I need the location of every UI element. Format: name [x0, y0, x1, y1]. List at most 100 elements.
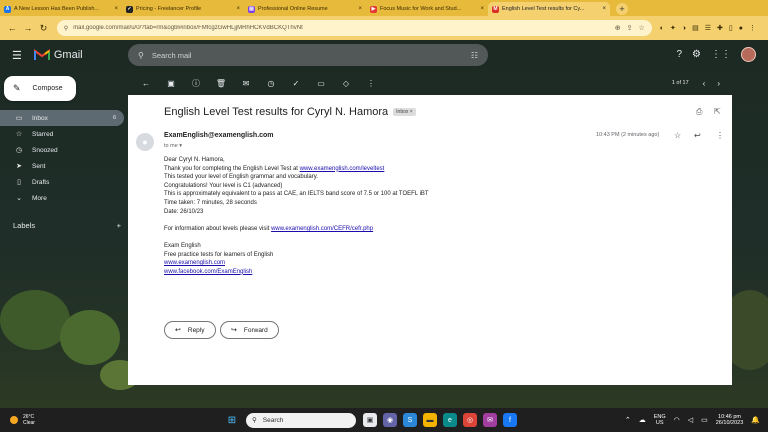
extension-icon[interactable]: ☰ [705, 24, 711, 32]
leveltest-link[interactable]: www.examenglish.com/leveltest [300, 166, 385, 172]
close-tab-icon[interactable]: × [114, 6, 118, 12]
reply-button[interactable]: ↩ Reply [164, 321, 216, 339]
star-icon[interactable]: ☆ [674, 131, 681, 140]
taskbar-search[interactable]: ⚲ Search [246, 412, 356, 428]
settings-gear-icon[interactable]: ⚙ [692, 49, 701, 60]
language-indicator[interactable]: ENG US [654, 414, 666, 427]
back-arrow-icon[interactable]: ← [6, 23, 19, 33]
install-icon[interactable]: ⊕ [615, 24, 621, 32]
battery-icon[interactable]: ▭ [701, 416, 708, 424]
gmail-logo[interactable]: Gmail [33, 49, 83, 61]
back-to-inbox-icon[interactable]: ← [139, 79, 153, 88]
new-tab-plus-icon[interactable]: + [616, 3, 628, 15]
label-icon[interactable]: ◇ [339, 79, 353, 88]
newer-chevron-icon[interactable]: ‹ [703, 79, 706, 88]
browser-tab[interactable]: ▶ Focus Music for Work and Stud... × [366, 2, 488, 16]
reload-icon[interactable]: ↻ [37, 23, 50, 34]
close-tab-icon[interactable]: × [358, 6, 362, 12]
add-to-tasks-icon[interactable]: ✓ [289, 79, 303, 88]
wifi-icon[interactable]: ◠ [674, 416, 680, 424]
address-bar[interactable]: ⚲ mail.google.com/mail/u/0/?tab=rm&ogbl#… [56, 20, 652, 36]
sidebar-item-starred[interactable]: ☆ Starred [0, 126, 124, 142]
extension-icon[interactable]: ✦ [670, 24, 676, 32]
volume-icon[interactable]: ◁ [688, 416, 693, 424]
mark-unread-icon[interactable]: ✉ [239, 79, 253, 88]
site-info-icon[interactable]: ⚲ [64, 25, 68, 32]
show-hidden-icons-chevron-icon[interactable]: ⌃ [625, 416, 631, 424]
browser-tab[interactable]: M English Level Test results for Cy... × [488, 2, 610, 16]
weather-widget[interactable]: 26°C Clear [10, 414, 35, 426]
windows-start-icon[interactable]: ⊞ [225, 413, 239, 427]
delete-icon[interactable]: 🗑 [214, 79, 228, 88]
cefr-link[interactable]: www.examenglish.com/CEFR/cefr.php [271, 226, 373, 232]
search-mail-input[interactable]: ⚲ Search mail ☷ [128, 44, 488, 66]
search-options-icon[interactable]: ☷ [471, 51, 478, 60]
account-avatar[interactable] [741, 47, 756, 62]
share-icon[interactable]: ⇪ [627, 24, 633, 32]
snooze-icon[interactable]: ◷ [264, 79, 278, 88]
browser-tab[interactable]: ✓ Pricing - Freelancer Profile × [122, 2, 244, 16]
sidebar-icon[interactable]: ▯ [729, 24, 733, 32]
file-explorer-icon[interactable]: ▬ [423, 413, 437, 427]
extension-icon[interactable]: ▤ [692, 24, 699, 32]
more-options-icon[interactable]: ⋮ [364, 79, 378, 88]
sidebar-item-drafts[interactable]: ▯ Drafts [0, 174, 124, 190]
inbox-label-chip[interactable]: Inbox × [393, 108, 416, 116]
facebook-link[interactable]: www.facebook.com/ExamEnglish [164, 269, 252, 275]
close-tab-icon[interactable]: × [602, 6, 606, 12]
tab-favicon-icon: A [4, 5, 11, 13]
bookmark-star-icon[interactable]: ☆ [639, 24, 645, 32]
notifications-bell-icon[interactable]: 🔔 [751, 416, 760, 424]
cloud-icon[interactable]: ☁ [639, 416, 646, 424]
sidebar-item-sent[interactable]: ➤ Sent [0, 158, 124, 174]
browser-tab[interactable]: AA New Lesson Has Been Publish... × [0, 2, 122, 16]
sender-email[interactable]: ExamEnglish@examenglish.com [164, 132, 274, 139]
forward-arrow-icon[interactable]: → [22, 23, 35, 33]
body-time-taken: Time taken: 7 minutes, 28 seconds [164, 199, 257, 206]
email-body: Dear Cyryl N. Hamora, Thank you for comp… [164, 156, 584, 276]
weather-moon-icon [10, 416, 18, 424]
older-chevron-icon[interactable]: › [717, 79, 720, 88]
recipient-details-toggle[interactable]: to me ▾ [164, 143, 182, 149]
archive-icon[interactable]: ▣ [164, 79, 178, 88]
sidebar-item-snoozed[interactable]: ◷ Snoozed [0, 142, 124, 158]
add-label-plus-icon[interactable]: + [117, 221, 121, 230]
message-more-icon[interactable]: ⋮ [716, 131, 724, 140]
reply-icon[interactable]: ↩ [694, 131, 701, 140]
teams-chat-icon[interactable]: ◉ [383, 413, 397, 427]
examenglish-link[interactable]: www.examenglish.com [164, 260, 225, 266]
signature-website: www.examenglish.com [164, 259, 584, 268]
sidebar-item-more[interactable]: ⌄ More [0, 190, 124, 206]
edge-icon[interactable]: e [443, 413, 457, 427]
body-greeting: Dear Cyryl N. Hamora, [164, 157, 225, 163]
body-thanks: Thank you for completing the English Lev… [164, 165, 584, 174]
kebab-menu-icon[interactable]: ⋮ [749, 24, 756, 32]
facebook-icon[interactable]: f [503, 413, 517, 427]
sidebar-item-inbox[interactable]: ▭ Inbox 6 [0, 110, 124, 126]
task-view-icon[interactable]: ▣ [363, 413, 377, 427]
print-icon[interactable]: ⎙ [696, 107, 702, 117]
messenger-icon[interactable]: ✉ [483, 413, 497, 427]
taskbar-clock[interactable]: 10:46 pm 26/10/2023 [716, 414, 744, 427]
open-in-new-window-icon[interactable]: ⇱ [714, 107, 721, 116]
chrome-icon[interactable]: ◎ [463, 413, 477, 427]
compose-button[interactable]: ✎ Compose [4, 76, 76, 101]
help-icon[interactable]: ? [676, 49, 682, 60]
taskbar-search-label: Search [262, 416, 284, 424]
weather-condition: Clear [23, 420, 35, 426]
puzzle-icon[interactable]: ✚ [717, 24, 723, 32]
apps-grid-icon[interactable]: ⋮⋮ [711, 49, 731, 60]
extension-icon[interactable]: ◑ [682, 25, 686, 32]
search-icon[interactable]: ⚲ [138, 51, 144, 60]
forward-button[interactable]: ↪ Forward [220, 321, 279, 339]
extension-icon[interactable]: ◐ [660, 25, 664, 32]
close-tab-icon[interactable]: × [480, 6, 484, 12]
move-to-icon[interactable]: ▭ [314, 79, 328, 88]
browser-tab[interactable]: ▤ Professional Online Resume × [244, 2, 366, 16]
report-spam-icon[interactable]: ⓘ [189, 78, 203, 89]
profile-avatar[interactable]: ● [739, 25, 743, 32]
tab-favicon-icon: M [492, 5, 499, 13]
main-menu-icon[interactable]: ☰ [12, 49, 22, 62]
skype-icon[interactable]: S [403, 413, 417, 427]
close-tab-icon[interactable]: × [236, 6, 240, 12]
